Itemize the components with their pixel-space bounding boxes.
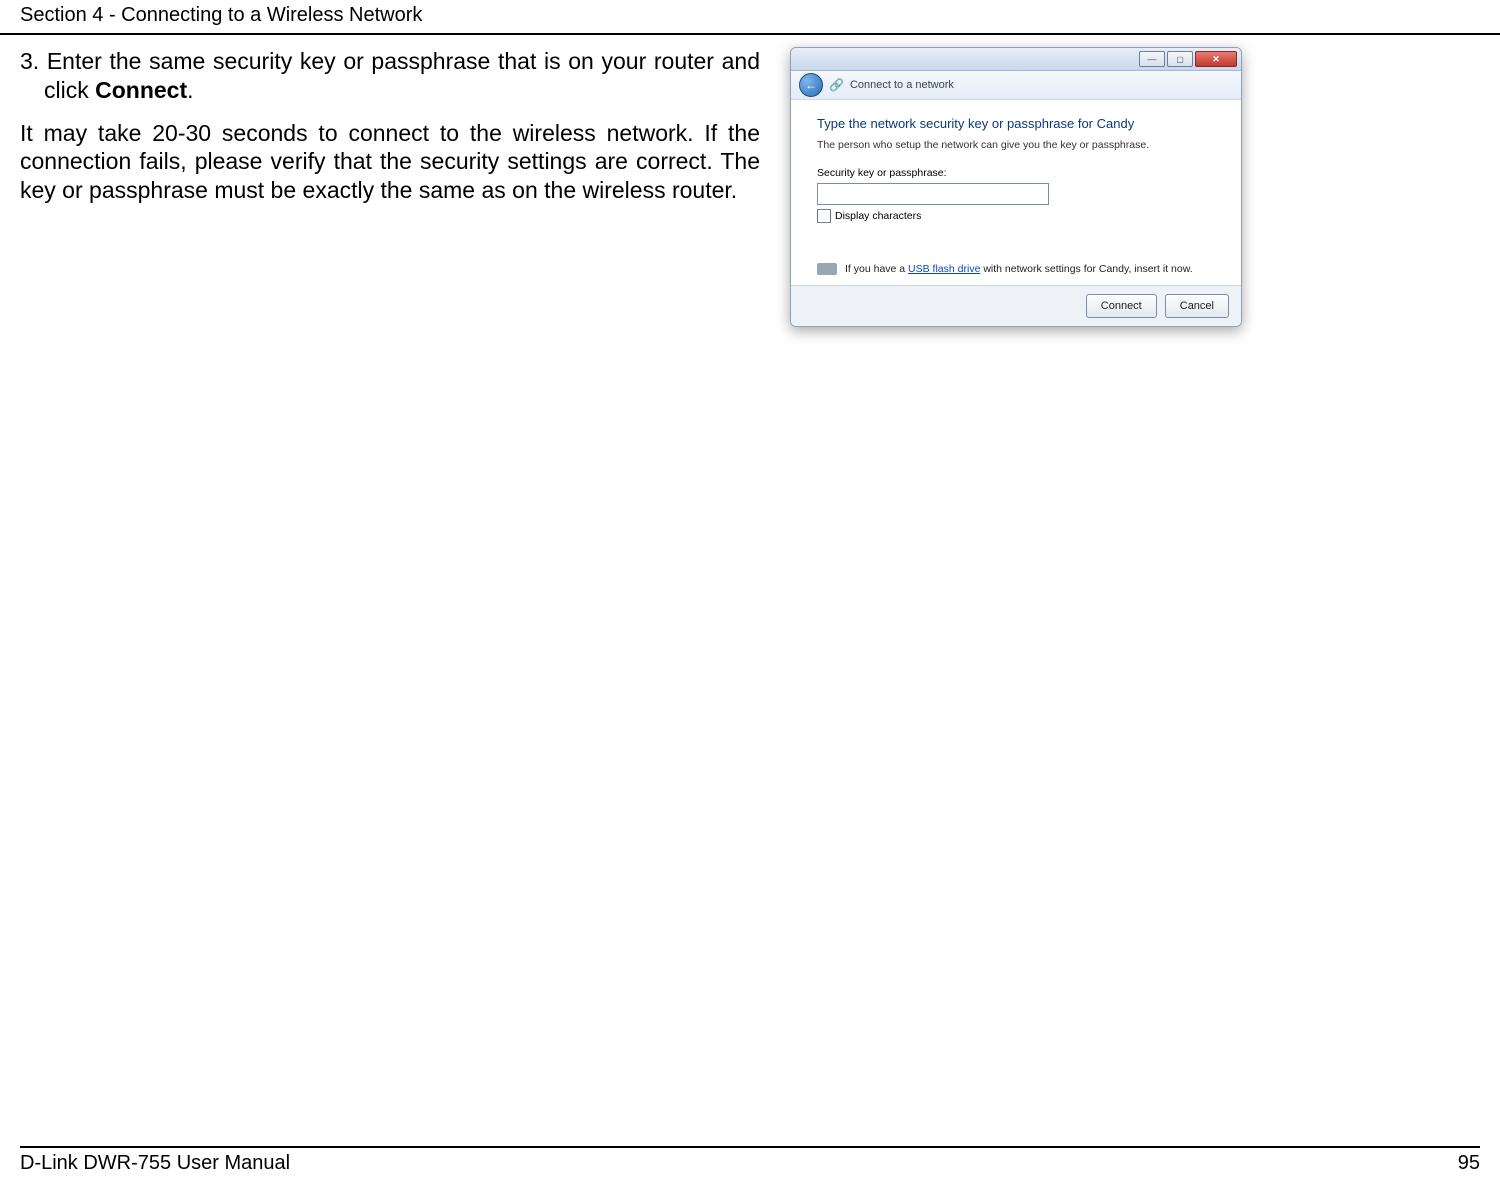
back-icon[interactable]: ← xyxy=(799,73,823,97)
passphrase-input[interactable] xyxy=(817,183,1049,205)
footer-left: D-Link DWR-755 User Manual xyxy=(20,1152,290,1175)
connect-button[interactable]: Connect xyxy=(1086,294,1157,318)
dialog-body: Type the network security key or passphr… xyxy=(791,100,1241,285)
connect-word: Connect xyxy=(95,77,187,103)
vista-dialog: ← 🔗 Connect to a network Type the networ… xyxy=(790,47,1242,327)
section-header: Section 4 - Connecting to a Wireless Net… xyxy=(0,0,1500,35)
dialog-title: Type the network security key or passphr… xyxy=(817,116,1215,131)
minimize-button[interactable] xyxy=(1139,51,1165,67)
maximize-button[interactable] xyxy=(1167,51,1193,67)
page-number: 95 xyxy=(1458,1152,1480,1175)
title-bar xyxy=(791,48,1241,71)
dialog-ribbon: ← 🔗 Connect to a network xyxy=(791,71,1241,100)
ribbon-text: Connect to a network xyxy=(850,79,954,91)
usb-icon xyxy=(817,263,837,275)
cancel-button[interactable]: Cancel xyxy=(1165,294,1229,318)
usb-pre: If you have a xyxy=(845,263,908,275)
display-characters-label: Display characters xyxy=(835,210,921,222)
content-area: 3. Enter the same security key or passph… xyxy=(0,35,1500,327)
usb-hint-row: If you have a USB flash drive with netwo… xyxy=(817,263,1215,275)
usb-post: with network settings for Candy, insert … xyxy=(980,263,1192,275)
usb-flash-drive-link[interactable]: USB flash drive xyxy=(908,263,980,275)
page-footer: D-Link DWR-755 User Manual 95 xyxy=(20,1146,1480,1175)
passphrase-label: Security key or passphrase: xyxy=(817,167,1215,179)
step-3-text: 3. Enter the same security key or passph… xyxy=(20,47,760,105)
checkbox-icon[interactable] xyxy=(817,209,831,223)
dialog-subtitle: The person who setup the network can giv… xyxy=(817,139,1215,151)
step3-suffix: . xyxy=(187,77,193,103)
paragraph-2: It may take 20-30 seconds to connect to … xyxy=(20,119,760,205)
text-column: 3. Enter the same security key or passph… xyxy=(20,47,760,327)
display-characters-row[interactable]: Display characters xyxy=(817,209,1215,223)
network-icon: 🔗 xyxy=(829,78,844,92)
step3-line1: 3. Enter the same security key or passph… xyxy=(20,48,760,74)
figure-column: ← 🔗 Connect to a network Type the networ… xyxy=(760,47,1480,327)
dialog-footer: Connect Cancel xyxy=(791,285,1241,326)
step3-prefix: click xyxy=(44,77,95,103)
close-button[interactable] xyxy=(1195,51,1237,67)
